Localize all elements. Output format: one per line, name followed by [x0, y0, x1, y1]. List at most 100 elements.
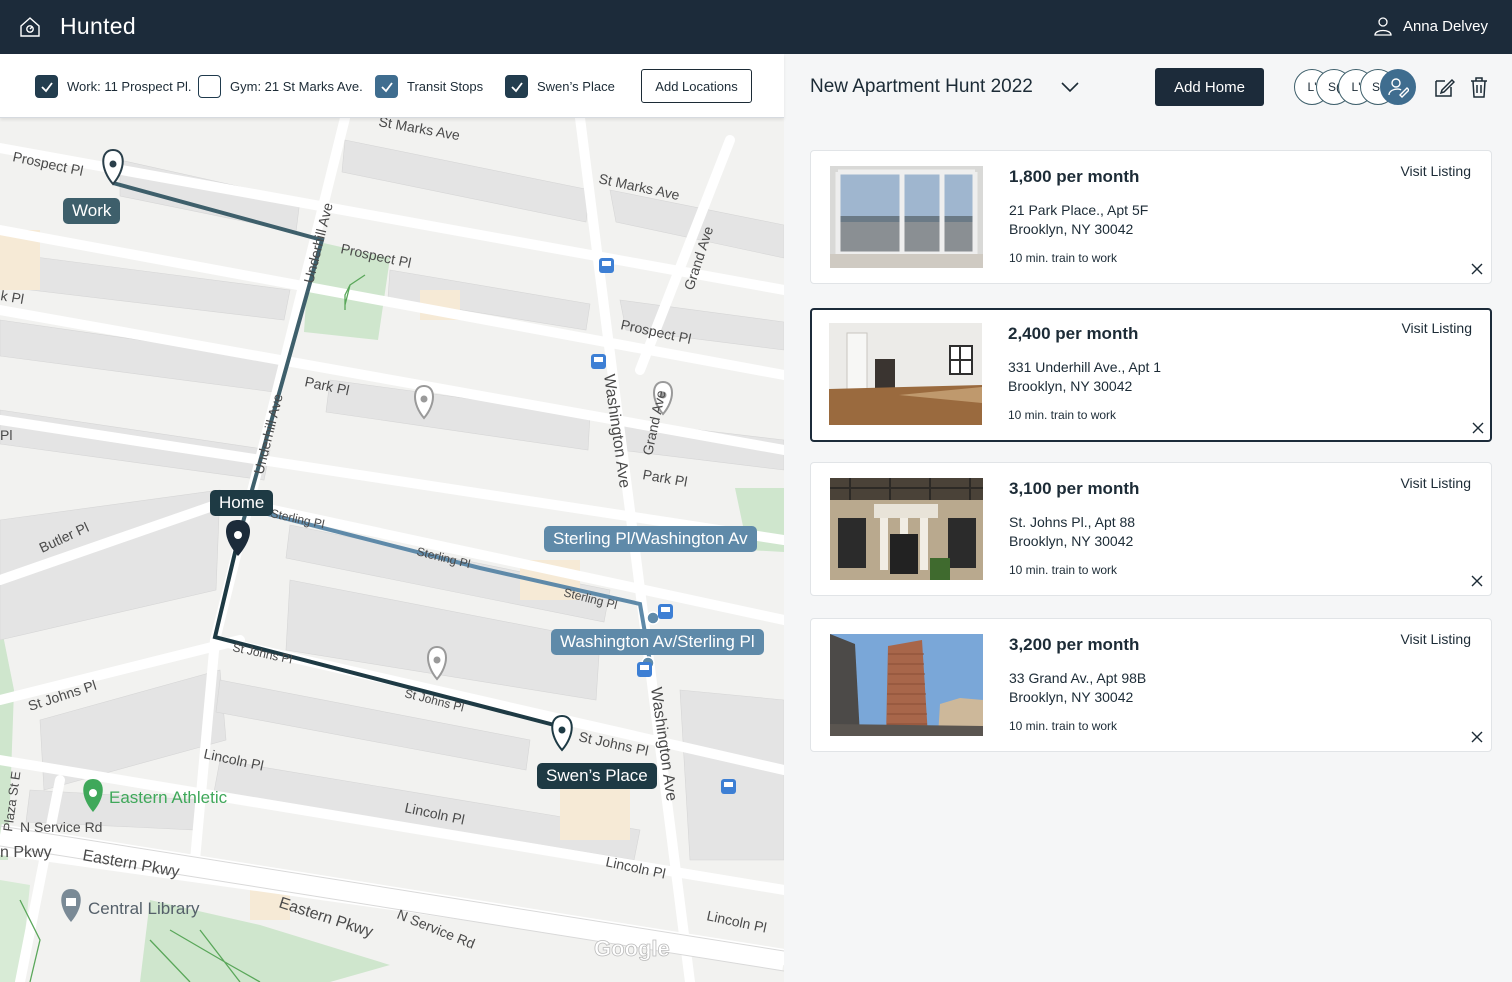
chevron-down-icon[interactable] — [1060, 80, 1080, 94]
listing-commute: 10 min. train to work — [1009, 251, 1118, 265]
visit-listing-link[interactable]: Visit Listing — [1400, 631, 1471, 647]
street-label: Park Pl — [641, 466, 688, 490]
street-label: Lincoln Pl — [604, 853, 667, 881]
street-label: N Service Rd — [395, 906, 477, 952]
close-icon[interactable] — [1471, 575, 1483, 587]
close-icon[interactable] — [1472, 422, 1484, 434]
trash-icon[interactable] — [1468, 76, 1490, 98]
street-label: Grand Ave — [681, 224, 717, 292]
transit-stop-label: Washington Av/Sterling Pl — [551, 629, 764, 655]
add-collaborator-button[interactable] — [1380, 69, 1416, 105]
filter-label: Transit Stops — [407, 79, 484, 94]
street-label: Grand Ave — [639, 389, 668, 457]
listing-card[interactable]: 1,800 per month 21 Park Place., Apt 5F B… — [810, 150, 1492, 284]
street-label: n Pkwy — [0, 844, 52, 861]
user-icon — [1374, 17, 1392, 36]
top-bar: Hunted Anna Delvey — [0, 0, 1512, 54]
street-label: St Marks Ave — [377, 118, 461, 143]
location-filter-bar: Work: 11 Prospect Pl. Gym: 21 St Marks A… — [0, 54, 784, 118]
street-label: Sterling Pl — [269, 506, 325, 531]
listing-commute: 10 min. train to work — [1008, 408, 1117, 422]
street-label: St Marks Ave — [597, 170, 681, 203]
street-label: St Johns Pl — [577, 728, 650, 758]
visit-listing-link[interactable]: Visit Listing — [1400, 163, 1471, 179]
street-label: Eastern Pkwy — [277, 895, 375, 941]
listing-photo[interactable] — [830, 166, 983, 268]
street-label: Underhill Ave — [250, 392, 285, 476]
street-label: St Johns Pl — [403, 686, 465, 714]
street-label: Lincoln Pl — [705, 907, 768, 935]
listing-photo[interactable] — [829, 323, 982, 425]
listing-price: 3,200 per month — [1009, 635, 1140, 654]
poi-label: Eastern Athletic — [109, 788, 228, 807]
street-label: N Service Rd — [20, 819, 102, 835]
listing-price: 2,400 per month — [1008, 324, 1139, 343]
checkbox-unchecked-icon[interactable] — [198, 75, 221, 98]
collaborator-avatars: L' S( L' S( — [1294, 69, 1424, 105]
user-menu[interactable]: Anna Delvey — [1373, 16, 1488, 36]
add-locations-button[interactable]: Add Locations — [641, 69, 752, 103]
street-label: St Johns Pl — [231, 640, 293, 666]
add-home-button[interactable]: Add Home — [1155, 68, 1264, 106]
swens-place-label: Swen’s Place — [537, 763, 657, 789]
checkbox-checked-icon[interactable] — [505, 75, 528, 98]
listing-address-line1: 21 Park Place., Apt 5F — [1009, 202, 1149, 218]
street-label: Eastern Pkwy — [81, 847, 180, 881]
street-label: k Pl — [0, 287, 25, 307]
checkbox-checked-icon[interactable] — [35, 75, 58, 98]
listing-commute: 10 min. train to work — [1009, 563, 1118, 577]
home-icon[interactable] — [18, 15, 42, 39]
work-label: Work — [63, 198, 121, 224]
street-label: Lincoln Pl — [403, 799, 466, 827]
filter-gym[interactable]: Gym: 21 St Marks Ave. — [198, 75, 363, 98]
street-label: Butler Pl — [37, 519, 92, 556]
close-icon[interactable] — [1471, 731, 1483, 743]
close-icon[interactable] — [1471, 263, 1483, 275]
filter-work[interactable]: Work: 11 Prospect Pl. — [35, 75, 192, 98]
listing-address-line1: 331 Underhill Ave., Apt 1 — [1008, 359, 1162, 375]
street-label: Lincoln Pl — [202, 745, 265, 773]
filter-label: Swen’s Place — [537, 79, 615, 94]
street-label: Washington Ave — [600, 373, 633, 489]
street-label: Park Pl — [303, 373, 350, 398]
listing-commute: 10 min. train to work — [1009, 719, 1118, 733]
add-user-icon — [1388, 78, 1409, 98]
street-label: Sterling Pl — [415, 544, 471, 571]
listing-price: 1,800 per month — [1009, 167, 1140, 186]
street-label: St Johns Pl — [26, 677, 98, 714]
street-label: Prospect Pl — [339, 240, 412, 271]
listing-price: 3,100 per month — [1009, 479, 1140, 498]
map-watermark: Google — [594, 936, 670, 961]
listing-address-line1: 33 Grand Av., Apt 98B — [1009, 670, 1147, 686]
listings-panel: New Apartment Hunt 2022 Add Home L' S( L… — [784, 54, 1512, 982]
street-label: Pl — [0, 427, 12, 443]
app-title: Hunted — [60, 13, 136, 39]
street-label: Prospect Pl — [11, 148, 84, 179]
filter-transit-stops[interactable]: Transit Stops — [375, 75, 483, 98]
user-name: Anna Delvey — [1402, 17, 1488, 35]
hunt-title[interactable]: New Apartment Hunt 2022 — [810, 76, 1033, 98]
poi-label: Central Library — [88, 899, 200, 918]
map[interactable]: St Marks Ave St Marks Ave Prospect Pl Pr… — [0, 118, 784, 982]
checkbox-checked-icon[interactable] — [375, 75, 398, 98]
transit-stop-label: Sterling Pl/Washington Av — [544, 526, 757, 552]
filter-label: Work: 11 Prospect Pl. — [67, 79, 192, 94]
filter-label: Gym: 21 St Marks Ave. — [230, 79, 363, 94]
edit-icon[interactable] — [1433, 76, 1455, 98]
listing-address-line2: Brooklyn, NY 30042 — [1009, 533, 1134, 549]
listing-card[interactable]: 2,400 per month 331 Underhill Ave., Apt … — [810, 308, 1492, 442]
listing-photo[interactable] — [830, 478, 983, 580]
visit-listing-link[interactable]: Visit Listing — [1400, 475, 1471, 491]
listing-address-line2: Brooklyn, NY 30042 — [1009, 221, 1134, 237]
home-label: Home — [210, 490, 274, 516]
filter-swens-place[interactable]: Swen’s Place — [505, 75, 615, 98]
listing-card[interactable]: 3,200 per month 33 Grand Av., Apt 98B Br… — [810, 618, 1492, 752]
visit-listing-link[interactable]: Visit Listing — [1401, 320, 1472, 336]
listing-address-line1: St. Johns Pl., Apt 88 — [1009, 514, 1136, 530]
street-label: Sterling Pl — [562, 585, 618, 612]
street-label: Prospect Pl — [619, 316, 692, 347]
listing-card[interactable]: 3,100 per month St. Johns Pl., Apt 88 Br… — [810, 462, 1492, 596]
listing-address-line2: Brooklyn, NY 30042 — [1009, 689, 1134, 705]
listing-photo[interactable] — [830, 634, 983, 736]
street-label: Underhill Ave — [300, 201, 335, 285]
